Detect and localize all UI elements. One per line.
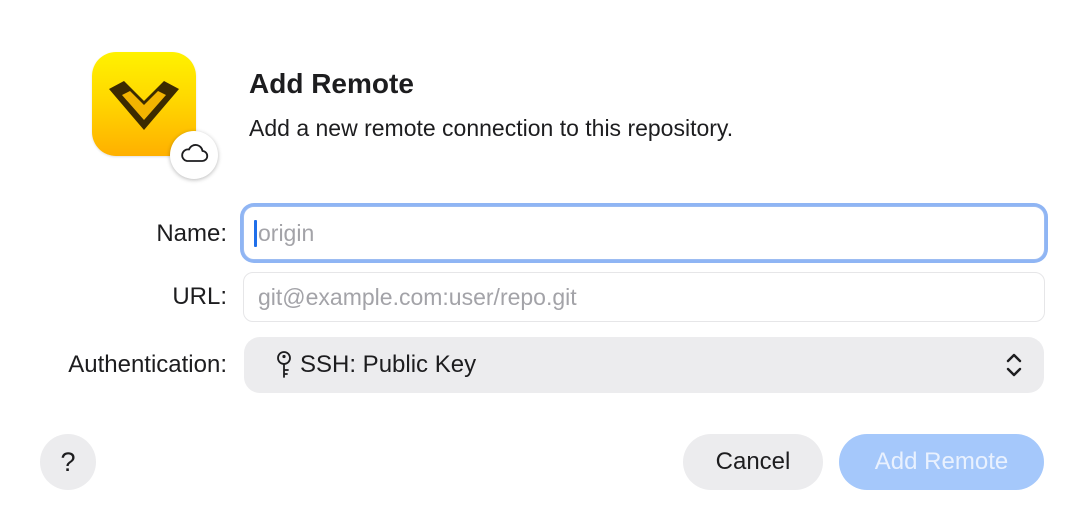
text-cursor bbox=[254, 220, 257, 247]
chevron-up-down-icon bbox=[1004, 351, 1024, 379]
add-remote-dialog: Add Remote Add a new remote connection t… bbox=[0, 0, 1084, 530]
dialog-subtitle: Add a new remote connection to this repo… bbox=[249, 115, 734, 141]
cancel-button[interactable]: Cancel bbox=[683, 434, 823, 490]
authentication-selected-value: SSH: Public Key bbox=[300, 351, 477, 378]
help-button[interactable]: ? bbox=[40, 434, 96, 490]
authentication-select[interactable]: SSH: Public Key bbox=[244, 337, 1044, 393]
name-label: Name: bbox=[156, 220, 227, 247]
key-icon bbox=[274, 350, 294, 380]
authentication-label: Authentication: bbox=[68, 351, 227, 378]
cloud-icon bbox=[179, 142, 209, 169]
cloud-badge bbox=[170, 131, 218, 179]
url-input[interactable] bbox=[243, 272, 1045, 322]
name-input[interactable] bbox=[243, 206, 1045, 260]
url-label: URL: bbox=[172, 283, 227, 310]
add-remote-button[interactable]: Add Remote bbox=[839, 434, 1044, 490]
dialog-title: Add Remote bbox=[249, 68, 414, 99]
